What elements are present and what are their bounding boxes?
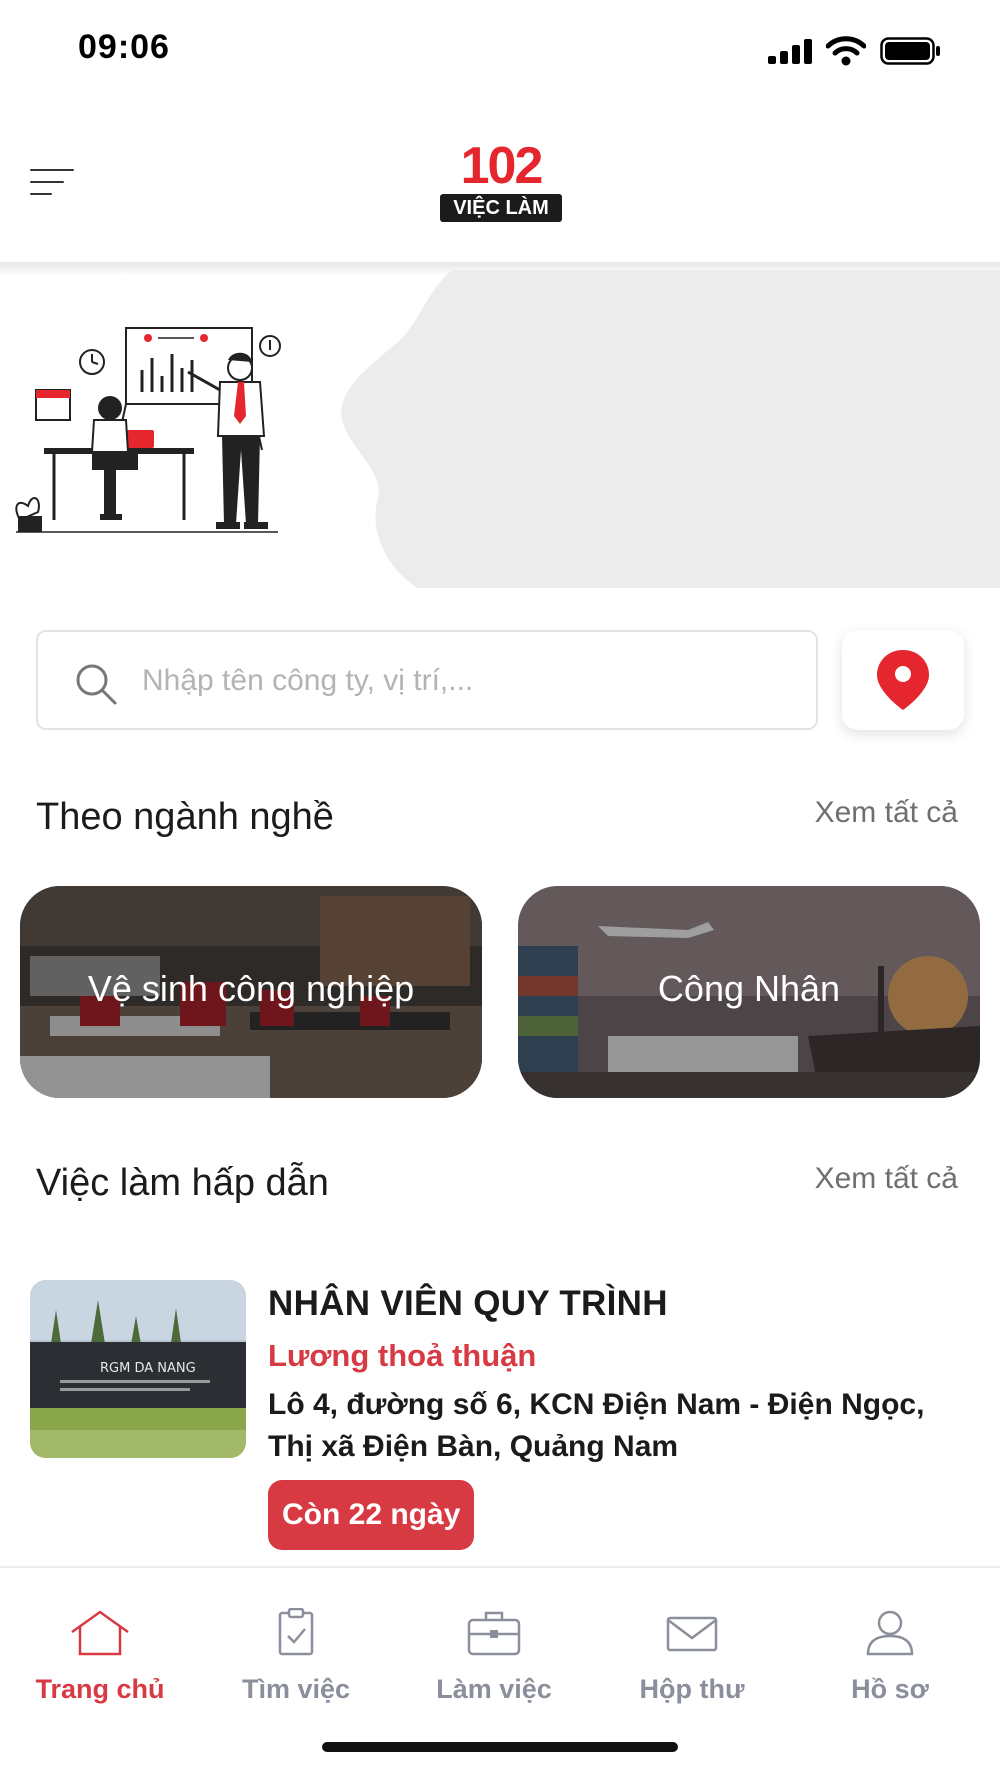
remaining-days-badge: Còn 22 ngày	[268, 1480, 475, 1550]
category-label: Vệ sinh công nghiệp	[87, 968, 415, 1009]
company-sign-text: RGM DA NANG	[100, 1361, 196, 1376]
search-input[interactable]	[142, 654, 792, 708]
app-logo[interactable]: 102 VIỆC LÀM	[436, 140, 566, 224]
search-box	[36, 630, 818, 730]
status-bar: 09:06	[0, 0, 1000, 100]
job-card[interactable]: RGM DA NANG NHÂN VIÊN QUY TRÌNH Lương th…	[30, 1280, 970, 1560]
jobs-title: Việc làm hấp dẫn	[36, 1162, 329, 1204]
jobs-see-all-link[interactable]: Xem tất cả	[815, 1162, 958, 1196]
logo-tagline: VIỆC LÀM	[440, 194, 562, 222]
nav-label: Hộp thư	[639, 1674, 745, 1704]
nav-item-work[interactable]: Làm việc	[394, 1608, 594, 1705]
menu-icon	[30, 169, 74, 171]
home-icon	[71, 1610, 129, 1656]
category-card-cleaning[interactable]: Vệ sinh công nghiệp	[20, 886, 482, 1098]
company-thumbnail: RGM DA NANG	[30, 1280, 246, 1458]
categories-title: Theo ngành nghề	[36, 796, 334, 838]
category-label: Công Nhân	[657, 968, 841, 1009]
nav-label: Tìm việc	[241, 1674, 351, 1704]
briefcase-icon	[467, 1611, 521, 1656]
job-salary: Lương thoả thuận	[268, 1338, 537, 1373]
location-button[interactable]	[842, 630, 964, 730]
category-card-worker[interactable]: Công Nhân	[518, 886, 980, 1098]
nav-item-find-jobs[interactable]: Tìm việc	[196, 1608, 396, 1705]
app-header: 102 VIỆC LÀM	[0, 100, 1000, 264]
user-icon	[866, 1610, 914, 1656]
nav-item-profile[interactable]: Hồ sơ	[790, 1608, 990, 1705]
nav-item-inbox[interactable]: Hộp thư	[592, 1608, 792, 1705]
job-title: NHÂN VIÊN QUY TRÌNH	[268, 1284, 668, 1323]
categories-see-all-link[interactable]: Xem tất cả	[815, 796, 958, 830]
clipboard-check-icon	[278, 1608, 314, 1656]
status-icons	[768, 36, 942, 66]
status-time: 09:06	[78, 28, 170, 66]
search-icon	[76, 664, 117, 705]
mail-icon	[666, 1616, 718, 1652]
home-indicator	[322, 1742, 678, 1752]
cellular-signal-icon	[768, 38, 812, 64]
map-pin-icon	[877, 650, 929, 710]
nav-label: Trang chủ	[35, 1674, 165, 1704]
nav-label: Hồ sơ	[851, 1674, 929, 1704]
nav-item-home[interactable]: Trang chủ	[0, 1608, 200, 1705]
hero-banner	[0, 270, 1000, 588]
nav-label: Làm việc	[436, 1674, 552, 1704]
battery-icon	[880, 37, 940, 65]
logo-number: 102	[460, 137, 544, 195]
job-address: Lô 4, đường số 6, KCN Điện Nam - Điện Ng…	[268, 1388, 925, 1463]
wifi-icon	[826, 36, 866, 66]
menu-button[interactable]	[30, 165, 78, 201]
office-illustration	[15, 327, 281, 533]
